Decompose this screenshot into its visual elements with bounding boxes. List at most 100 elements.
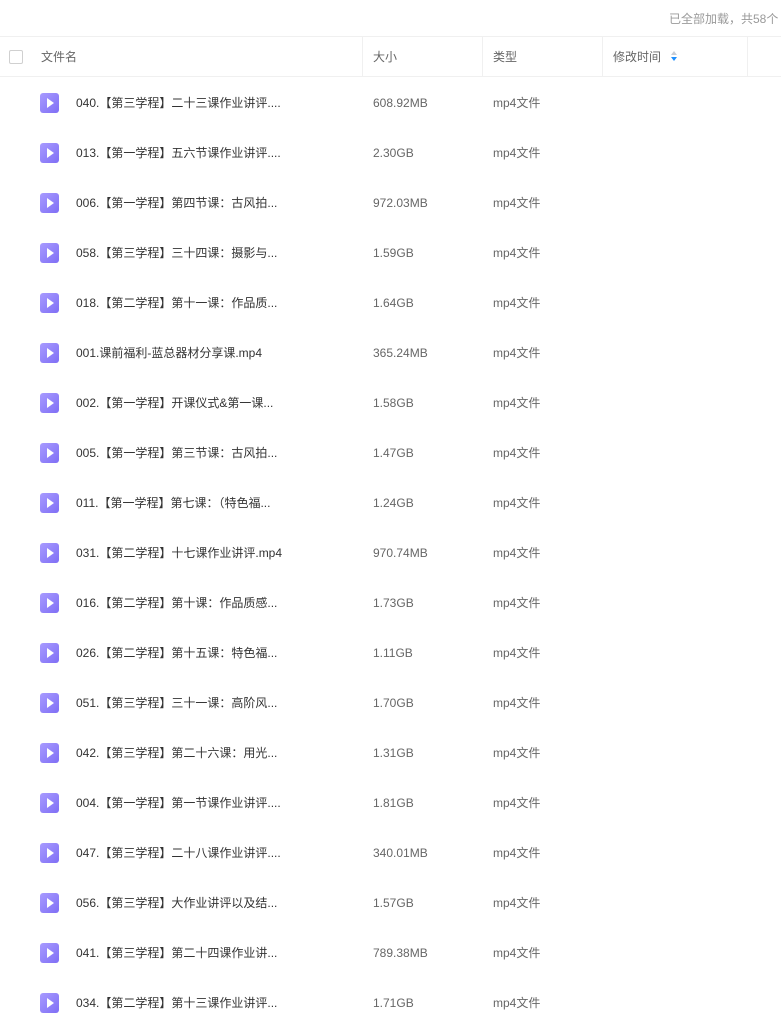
video-file-icon <box>40 743 59 763</box>
video-file-icon <box>40 693 59 713</box>
file-type: mp4文件 <box>493 796 541 810</box>
file-modified-time <box>613 928 753 978</box>
file-list-header: 文件名 大小 类型 修改时间 <box>0 36 781 77</box>
file-modified-time <box>613 328 753 378</box>
video-file-icon <box>40 243 59 263</box>
file-row[interactable]: 016.【第二学程】第十课：作品质感... 1.73GB mp4文件 <box>0 578 781 628</box>
file-name[interactable]: 018.【第二学程】第十一课：作品质... <box>76 278 356 328</box>
file-row[interactable]: 056.【第三学程】大作业讲评以及结... 1.57GB mp4文件 <box>0 878 781 928</box>
file-type: mp4文件 <box>493 746 541 760</box>
video-file-icon <box>40 343 59 363</box>
file-size: 1.70GB <box>373 696 414 710</box>
file-type: mp4文件 <box>493 696 541 710</box>
file-size: 1.59GB <box>373 246 414 260</box>
column-divider[interactable] <box>482 37 483 77</box>
file-row[interactable]: 004.【第一学程】第一节课作业讲评.... 1.81GB mp4文件 <box>0 778 781 828</box>
file-name[interactable]: 041.【第三学程】第二十四课作业讲... <box>76 928 356 978</box>
video-file-icon <box>40 993 59 1013</box>
video-file-icon <box>40 643 59 663</box>
file-size: 1.47GB <box>373 446 414 460</box>
load-status-text: 已全部加载，共58个 <box>669 12 779 26</box>
file-name[interactable]: 042.【第三学程】第二十六课：用光... <box>76 728 356 778</box>
file-type: mp4文件 <box>493 896 541 910</box>
file-row[interactable]: 051.【第三学程】三十一课：高阶风... 1.70GB mp4文件 <box>0 678 781 728</box>
file-modified-time <box>613 228 753 278</box>
header-modified-time[interactable]: 修改时间 <box>613 37 661 77</box>
file-name[interactable]: 026.【第二学程】第十五课：特色福... <box>76 628 356 678</box>
file-list: 040.【第三学程】二十三课作业讲评.... 608.92MB mp4文件 013.【… <box>0 78 781 1028</box>
file-row[interactable]: 047.【第三学程】二十八课作业讲评.... 340.01MB mp4文件 <box>0 828 781 878</box>
file-modified-time <box>613 678 753 728</box>
file-name[interactable]: 002.【第一学程】开课仪式&第一课... <box>76 378 356 428</box>
file-modified-time <box>613 878 753 928</box>
file-size: 1.71GB <box>373 996 414 1010</box>
file-size: 1.64GB <box>373 296 414 310</box>
file-modified-time <box>613 578 753 628</box>
file-row[interactable]: 011.【第一学程】第七课：（特色福... 1.24GB mp4文件 <box>0 478 781 528</box>
file-name[interactable]: 058.【第三学程】三十四课：摄影与... <box>76 228 356 278</box>
video-file-icon <box>40 543 59 563</box>
file-modified-time <box>613 978 753 1028</box>
file-modified-time <box>613 278 753 328</box>
file-size: 1.11GB <box>373 646 413 660</box>
file-row[interactable]: 013.【第一学程】五六节课作业讲评.... 2.30GB mp4文件 <box>0 128 781 178</box>
file-name[interactable]: 034.【第二学程】第十三课作业讲评... <box>76 978 356 1028</box>
file-type: mp4文件 <box>493 996 541 1010</box>
file-row[interactable]: 001.课前福利-蓝总器材分享课.mp4 365.24MB mp4文件 <box>0 328 781 378</box>
file-name[interactable]: 006.【第一学程】第四节课：古风拍... <box>76 178 356 228</box>
file-type: mp4文件 <box>493 596 541 610</box>
file-type: mp4文件 <box>493 346 541 360</box>
video-file-icon <box>40 443 59 463</box>
file-row[interactable]: 042.【第三学程】第二十六课：用光... 1.31GB mp4文件 <box>0 728 781 778</box>
file-size: 1.57GB <box>373 896 414 910</box>
file-row[interactable]: 026.【第二学程】第十五课：特色福... 1.11GB mp4文件 <box>0 628 781 678</box>
header-size[interactable]: 大小 <box>373 37 397 77</box>
file-name[interactable]: 040.【第三学程】二十三课作业讲评.... <box>76 78 356 128</box>
file-type: mp4文件 <box>493 196 541 210</box>
file-name[interactable]: 011.【第一学程】第七课：（特色福... <box>76 478 356 528</box>
file-size: 2.30GB <box>373 146 414 160</box>
file-modified-time <box>613 78 753 128</box>
file-type: mp4文件 <box>493 296 541 310</box>
header-type[interactable]: 类型 <box>493 37 517 77</box>
video-file-icon <box>40 843 59 863</box>
file-name[interactable]: 004.【第一学程】第一节课作业讲评.... <box>76 778 356 828</box>
file-size: 365.24MB <box>373 346 428 360</box>
file-name[interactable]: 047.【第三学程】二十八课作业讲评.... <box>76 828 356 878</box>
file-name[interactable]: 005.【第一学程】第三节课：古风拍... <box>76 428 356 478</box>
column-divider[interactable] <box>362 37 363 77</box>
file-size: 1.24GB <box>373 496 414 510</box>
file-type: mp4文件 <box>493 496 541 510</box>
file-size: 970.74MB <box>373 546 428 560</box>
file-row[interactable]: 040.【第三学程】二十三课作业讲评.... 608.92MB mp4文件 <box>0 78 781 128</box>
file-row[interactable]: 041.【第三学程】第二十四课作业讲... 789.38MB mp4文件 <box>0 928 781 978</box>
file-modified-time <box>613 728 753 778</box>
file-row[interactable]: 018.【第二学程】第十一课：作品质... 1.64GB mp4文件 <box>0 278 781 328</box>
column-divider[interactable] <box>747 37 748 77</box>
header-name[interactable]: 文件名 <box>41 37 77 77</box>
file-row[interactable]: 058.【第三学程】三十四课：摄影与... 1.59GB mp4文件 <box>0 228 781 278</box>
file-name[interactable]: 051.【第三学程】三十一课：高阶风... <box>76 678 356 728</box>
file-type: mp4文件 <box>493 946 541 960</box>
file-name[interactable]: 013.【第一学程】五六节课作业讲评.... <box>76 128 356 178</box>
file-name[interactable]: 056.【第三学程】大作业讲评以及结... <box>76 878 356 928</box>
file-name[interactable]: 016.【第二学程】第十课：作品质感... <box>76 578 356 628</box>
file-row[interactable]: 002.【第一学程】开课仪式&第一课... 1.58GB mp4文件 <box>0 378 781 428</box>
select-all-checkbox[interactable] <box>9 50 23 64</box>
file-row[interactable]: 006.【第一学程】第四节课：古风拍... 972.03MB mp4文件 <box>0 178 781 228</box>
file-row[interactable]: 034.【第二学程】第十三课作业讲评... 1.71GB mp4文件 <box>0 978 781 1028</box>
column-divider[interactable] <box>602 37 603 77</box>
sort-icon[interactable] <box>671 51 677 63</box>
file-name[interactable]: 001.课前福利-蓝总器材分享课.mp4 <box>76 328 356 378</box>
file-name[interactable]: 031.【第二学程】十七课作业讲评.mp4 <box>76 528 356 578</box>
file-row[interactable]: 005.【第一学程】第三节课：古风拍... 1.47GB mp4文件 <box>0 428 781 478</box>
file-modified-time <box>613 378 753 428</box>
video-file-icon <box>40 593 59 613</box>
file-modified-time <box>613 828 753 878</box>
file-row[interactable]: 031.【第二学程】十七课作业讲评.mp4 970.74MB mp4文件 <box>0 528 781 578</box>
file-modified-time <box>613 778 753 828</box>
file-type: mp4文件 <box>493 246 541 260</box>
video-file-icon <box>40 893 59 913</box>
file-type: mp4文件 <box>493 846 541 860</box>
file-size: 1.81GB <box>373 796 414 810</box>
